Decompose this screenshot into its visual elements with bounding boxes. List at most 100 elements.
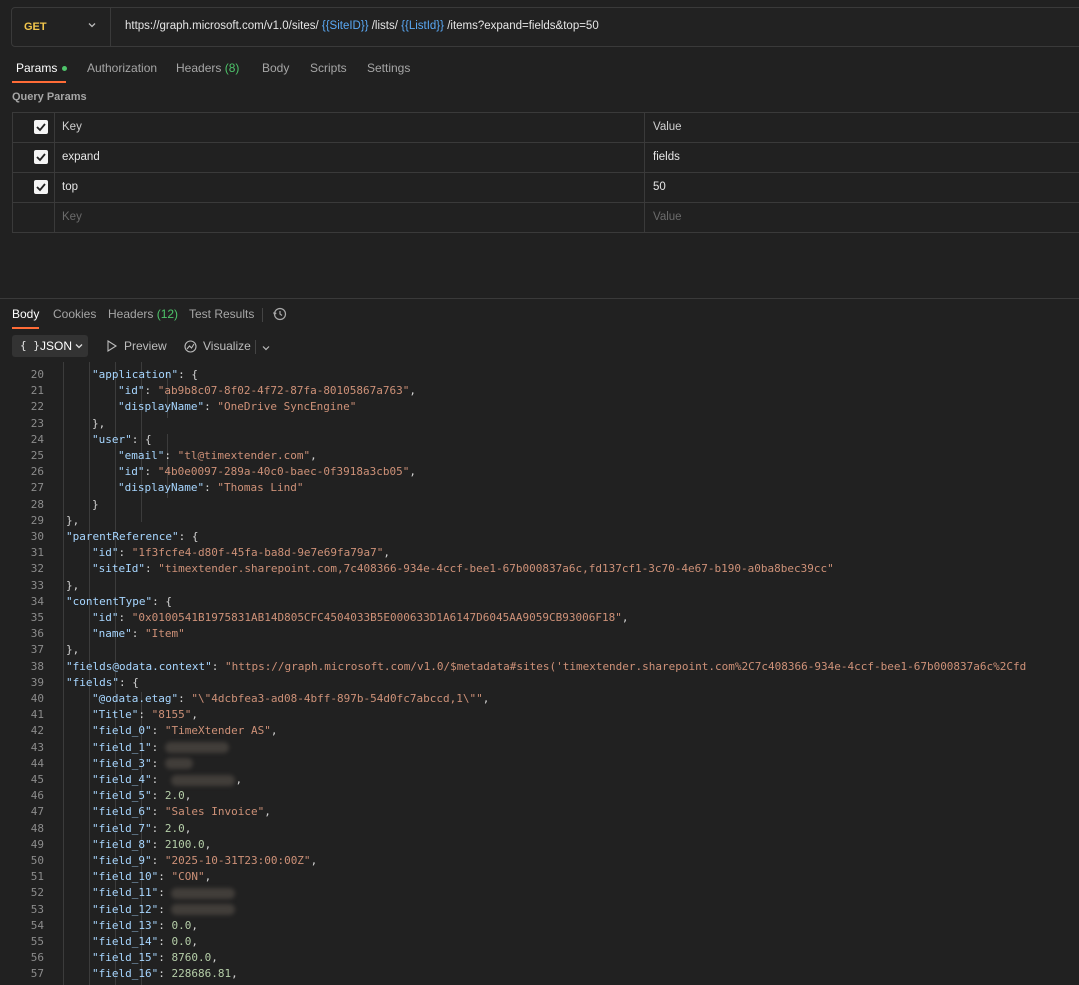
param-value-field[interactable]: 50 — [645, 173, 1079, 202]
json-key: "email" — [118, 449, 165, 462]
preview-button[interactable]: Preview — [124, 339, 167, 353]
json-punctuation: , — [264, 805, 271, 819]
json-punctuation: }, — [66, 643, 80, 657]
line-number: 28 — [30, 497, 44, 511]
toolbar-separator — [255, 340, 256, 354]
line-number: 47 — [30, 805, 44, 819]
json-punctuation: , — [191, 935, 198, 948]
code-line: 38 "fields@odata.context": "https://graph… — [0, 659, 1079, 675]
json-punctuation: , — [383, 546, 391, 560]
json-punctuation: : — [204, 400, 218, 414]
code-line: 55 "field_14": 0.0, — [0, 934, 1079, 950]
url-variable: {{SiteID}} — [321, 20, 369, 32]
code-text: "siteId": "timextender.sharepoint.com,7c… — [92, 561, 834, 577]
response-divider[interactable] — [0, 298, 1079, 299]
key-header-label: Key — [62, 121, 82, 133]
tab-settings-label: Settings — [367, 61, 411, 75]
json-punctuation: , — [621, 611, 629, 624]
select-all-checkbox[interactable] — [34, 120, 48, 134]
url-input[interactable]: https://graph.microsoft.com/v1.0/sites/ … — [125, 20, 599, 32]
json-punctuation: : — [151, 773, 172, 786]
json-punctuation: : — [131, 627, 145, 641]
json-punctuation: , — [191, 918, 198, 932]
json-punctuation: : — [158, 935, 172, 948]
json-number: 228686.81 — [171, 967, 232, 981]
code-line: 41 "Title": "8155", — [0, 707, 1079, 723]
redacted-value — [171, 887, 236, 899]
tab-params[interactable]: Params — [16, 61, 68, 75]
json-key: "field_9" — [92, 854, 152, 867]
url-segment: https://graph.microsoft.com/v1.0/sites/ — [125, 20, 322, 32]
format-select[interactable]: { } JSON — [12, 335, 88, 357]
line-number: 31 — [30, 546, 44, 560]
code-line: 54 "field_13": 0.0, — [0, 918, 1079, 934]
code-text: "field_8": 2100.0, — [92, 837, 211, 853]
json-punctuation: : — [164, 449, 178, 462]
json-string: "2025-10-31T23:00:00Z" — [164, 854, 311, 867]
visualize-button[interactable]: Visualize — [203, 339, 251, 353]
tab-test-results[interactable]: Test Results — [189, 307, 254, 321]
code-line: 32 "siteId": "timextender.sharepoint.com,… — [0, 561, 1079, 577]
param-key-field[interactable]: top — [54, 173, 645, 202]
value-header-label: Value — [653, 121, 682, 133]
json-string: "timextender.sharepoint.com,7c408366-934… — [158, 562, 834, 576]
line-number: 45 — [30, 773, 44, 786]
chevron-down-icon[interactable] — [261, 343, 271, 353]
param-value-field[interactable]: fields — [645, 143, 1079, 172]
line-number: 22 — [30, 400, 44, 414]
param-value-text: 50 — [653, 181, 666, 193]
code-text: "id": "ab9b8c07-8f02-4f72-87fa-80105867a… — [118, 383, 416, 399]
tab-headers[interactable]: Headers (8) — [176, 61, 239, 75]
new-value-field[interactable]: Value — [645, 203, 1079, 232]
json-key: "field_11" — [92, 886, 159, 900]
active-response-tab-underline — [12, 327, 39, 329]
json-punctuation: : — [118, 611, 132, 624]
tab-body[interactable]: Body — [262, 61, 289, 75]
json-punctuation: , — [235, 773, 243, 786]
json-punctuation: : — [151, 821, 165, 835]
json-punctuation: : — [151, 789, 165, 803]
json-key: "field_5" — [92, 789, 152, 803]
json-punctuation: , — [482, 692, 490, 705]
method-select[interactable]: GET — [12, 8, 111, 46]
json-string: "1f3fcfe4-d80f-45fa-ba8d-9e7e69fa79a7" — [131, 546, 384, 560]
tab-cookies[interactable]: Cookies — [53, 307, 96, 321]
tab-scripts[interactable]: Scripts — [310, 61, 347, 75]
tab-authorization[interactable]: Authorization — [87, 61, 157, 75]
param-value-text: fields — [653, 151, 680, 163]
tab-params-label: Params — [16, 61, 58, 75]
line-number: 21 — [30, 384, 44, 398]
param-enabled-checkbox[interactable] — [34, 180, 48, 194]
code-line: 33}, — [0, 578, 1079, 594]
tab-response-headers[interactable]: Headers (12) — [108, 307, 178, 321]
param-key-field[interactable]: expand — [54, 143, 645, 172]
code-text: "field_14": 0.0, — [92, 934, 198, 950]
play-icon — [107, 340, 118, 352]
json-string: "OneDrive SyncEngine" — [217, 400, 357, 414]
code-line: 35 "id": "0x0100541B1975831AB14D805CFC450… — [0, 610, 1079, 626]
response-body-viewer[interactable]: 20 "application": {21 "id": "ab9b8c07-8f02… — [0, 362, 1079, 985]
key-column-header: Key — [54, 113, 645, 142]
line-number: 48 — [30, 821, 44, 835]
query-params-label: Query Params — [12, 91, 87, 103]
braces-icon: { } — [20, 339, 40, 352]
new-key-field[interactable]: Key — [54, 203, 645, 232]
code-line: 53 "field_12": — [0, 902, 1079, 918]
url-segment: /lists/ — [368, 20, 402, 32]
code-line: 27 "displayName": "Thomas Lind" — [0, 480, 1079, 496]
json-string: "Thomas Lind" — [217, 481, 304, 495]
tab-settings[interactable]: Settings — [367, 61, 410, 75]
json-punctuation: , — [191, 708, 198, 722]
json-number: 8760.0 — [171, 951, 212, 965]
param-enabled-checkbox[interactable] — [34, 150, 48, 164]
tab-response-headers-label: Headers — [108, 307, 154, 321]
line-number: 20 — [30, 368, 44, 381]
code-line: 45 "field_4": , — [0, 772, 1079, 788]
json-punctuation: : — [158, 967, 172, 981]
tab-response-body[interactable]: Body — [12, 307, 39, 321]
history-icon[interactable] — [272, 306, 288, 322]
line-number: 57 — [30, 967, 44, 981]
json-number: 2100.0 — [164, 837, 205, 851]
request-tabs: Params Authorization Headers (8) Body Sc… — [0, 57, 1079, 83]
code-text: "field_7": 2.0, — [92, 821, 191, 837]
